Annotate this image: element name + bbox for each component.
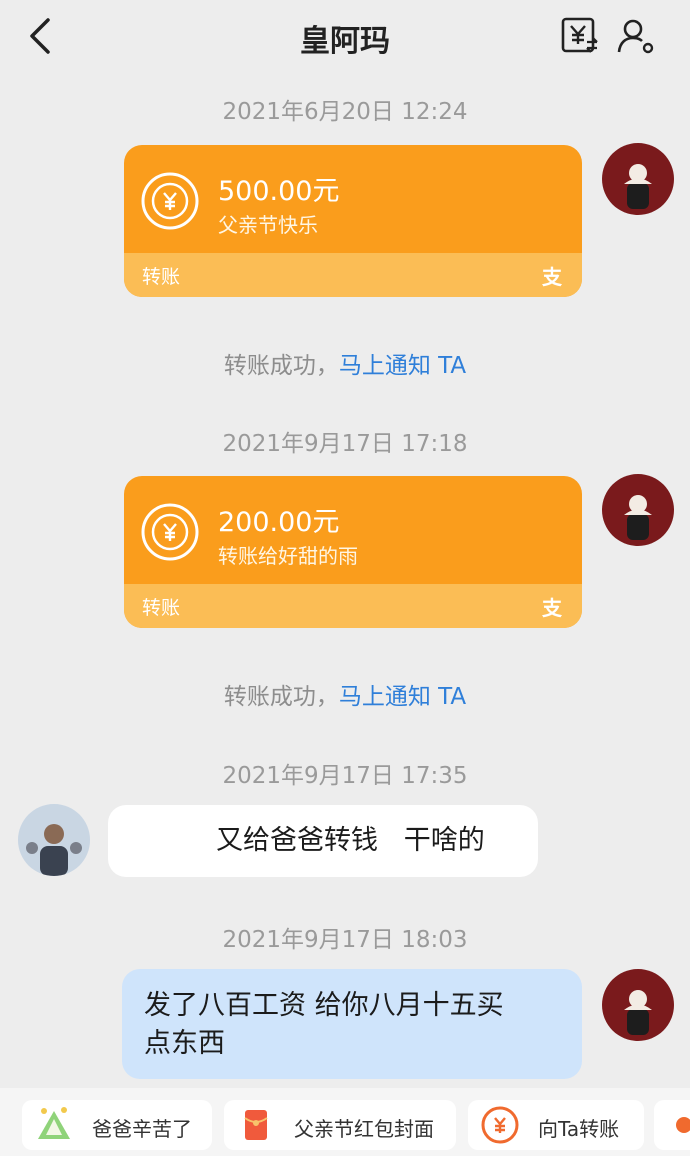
transfer-card-footer: 转账 支 [124,584,582,628]
transfer-label: 转账 [142,266,181,288]
chat-header: 皇阿玛 [0,0,690,76]
avatar[interactable] [602,474,674,546]
transfer-card-body: 500.00元 父亲节快乐 [124,145,582,253]
quick-action-more[interactable] [654,1100,690,1150]
notify-link[interactable]: 马上通知 TA [339,684,466,710]
quick-action-bar: 爸爸辛苦了 父亲节红包封面 向Ta转账 [0,1088,690,1156]
transfer-card[interactable]: 500.00元 父亲节快乐 转账 支 [124,145,582,297]
transfer-note: 转账给好甜的雨 [218,544,358,568]
avatar[interactable] [18,804,90,876]
avatar-figure-icon [624,164,652,209]
timestamp: 2021年6月20日 12:24 [222,99,468,125]
notice-text: 转账成功， [223,684,339,710]
red-envelope-icon [244,1110,268,1140]
yuan-refresh-icon [141,503,199,561]
yuan-refresh-icon [141,172,199,230]
transfer-card-body: 200.00元 转账给好甜的雨 [124,476,582,584]
alipay-icon: 支 [542,265,562,289]
chip-label: 爸爸辛苦了 [92,1117,192,1141]
transfer-label: 转账 [142,597,181,619]
flower-icon [676,1117,690,1133]
notify-link[interactable]: 马上通知 TA [339,353,466,379]
timestamp: 2021年9月17日 17:35 [222,763,468,789]
quick-action-red-envelope-cover[interactable]: 父亲节红包封面 [224,1100,456,1150]
outgoing-message[interactable]: 发了八百工资 给你八月十五买 点东西 [122,969,582,1079]
timestamp: 2021年9月17日 18:03 [222,927,468,953]
message-line: 发了八百工资 给你八月十五买 [144,990,504,1021]
notice-text: 转账成功， [223,353,339,379]
avatar-figure-icon [624,990,652,1035]
incoming-message[interactable]: 又给爸爸转钱 干啥的 [108,805,538,877]
avatar-figure-icon [624,495,652,540]
transfer-success-notice: 转账成功，马上通知 TA [0,346,690,380]
transfer-note: 父亲节快乐 [218,213,318,237]
timestamp: 2021年9月17日 17:18 [222,431,468,457]
chip-label: 父亲节红包封面 [294,1117,434,1141]
transfer-success-notice: 转账成功，马上通知 TA [0,677,690,711]
transfer-amount: 200.00元 [218,507,340,538]
chip-label: 向Ta转账 [538,1117,620,1141]
transfer-card[interactable]: 200.00元 转账给好甜的雨 转账 支 [124,476,582,628]
quick-action-dad-thanks[interactable]: 爸爸辛苦了 [22,1100,212,1150]
pyramid-gift-icon [38,1107,70,1139]
user-settings-icon[interactable] [616,16,656,56]
yuan-refresh-icon [481,1106,519,1144]
transfer-card-footer: 转账 支 [124,253,582,297]
alipay-icon: 支 [542,596,562,620]
transfer-amount: 500.00元 [218,176,340,207]
message-text: 又给爸爸转钱 干啥的 [216,825,485,856]
message-line: 点东西 [144,1028,225,1059]
yuan-transfer-icon[interactable] [560,16,600,56]
avatar[interactable] [602,143,674,215]
avatar-person-icon [18,804,90,876]
quick-action-transfer-to-ta[interactable]: 向Ta转账 [468,1100,644,1150]
avatar[interactable] [602,969,674,1041]
